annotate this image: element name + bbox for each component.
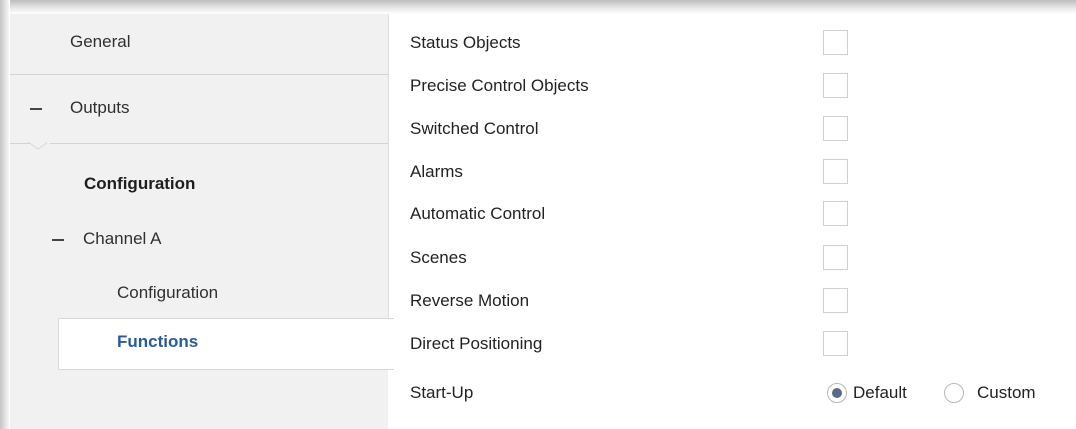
collapse-icon[interactable]	[52, 239, 64, 241]
radio-selected-dot	[832, 388, 842, 398]
row-label-scenes: Scenes	[410, 248, 467, 267]
divider	[10, 74, 388, 75]
sidebar-item-channel-configuration[interactable]: Configuration	[117, 283, 388, 313]
sidebar-item-channel-a[interactable]: Channel A	[10, 229, 388, 259]
row-label-reverse-motion: Reverse Motion	[410, 291, 530, 310]
checkbox-reverse-motion[interactable]	[823, 288, 848, 313]
checkbox-scenes[interactable]	[823, 245, 848, 270]
window: General Outputs Configuration Channel A …	[0, 0, 1076, 429]
radio-custom[interactable]	[944, 383, 964, 403]
divider	[10, 143, 30, 144]
sidebar-item-functions-label: Functions	[117, 332, 199, 351]
sidebar-item-functions[interactable]	[58, 318, 394, 370]
sidebar-item-label: General	[70, 32, 131, 51]
checkbox-direct-positioning[interactable]	[823, 331, 848, 356]
row-label-startup: Start-Up	[410, 383, 474, 402]
sidebar-item-label: Outputs	[70, 98, 130, 117]
row-label-precise-control-objects: Precise Control Objects	[410, 76, 589, 95]
checkbox-switched-control[interactable]	[823, 116, 848, 141]
left-shadow	[0, 0, 10, 429]
checkbox-status-objects[interactable]	[823, 30, 848, 55]
top-shadow	[0, 0, 1076, 14]
radio-label-default: Default	[853, 383, 907, 402]
sidebar-item-configuration[interactable]: Configuration	[84, 174, 388, 204]
radio-default[interactable]	[827, 383, 847, 403]
sidebar-item-label: Configuration	[117, 283, 219, 302]
panel-divider	[388, 14, 389, 318]
sidebar-item-label: Channel A	[83, 229, 162, 248]
collapse-icon[interactable]	[30, 108, 42, 110]
radio-label-custom: Custom	[977, 383, 1036, 402]
caret-icon	[28, 141, 48, 150]
row-label-switched-control: Switched Control	[410, 119, 539, 138]
sidebar-item-label: Configuration	[84, 174, 196, 193]
sidebar-item-outputs[interactable]: Outputs	[10, 98, 388, 128]
row-label-status-objects: Status Objects	[410, 33, 521, 52]
sidebar-item-general[interactable]: General	[70, 32, 388, 62]
checkbox-automatic-control[interactable]	[823, 201, 848, 226]
row-label-direct-positioning: Direct Positioning	[410, 334, 543, 353]
divider	[50, 143, 388, 144]
row-label-alarms: Alarms	[410, 162, 463, 181]
checkbox-alarms[interactable]	[823, 159, 848, 184]
row-label-automatic-control: Automatic Control	[410, 204, 546, 223]
checkbox-precise-control-objects[interactable]	[823, 73, 848, 98]
